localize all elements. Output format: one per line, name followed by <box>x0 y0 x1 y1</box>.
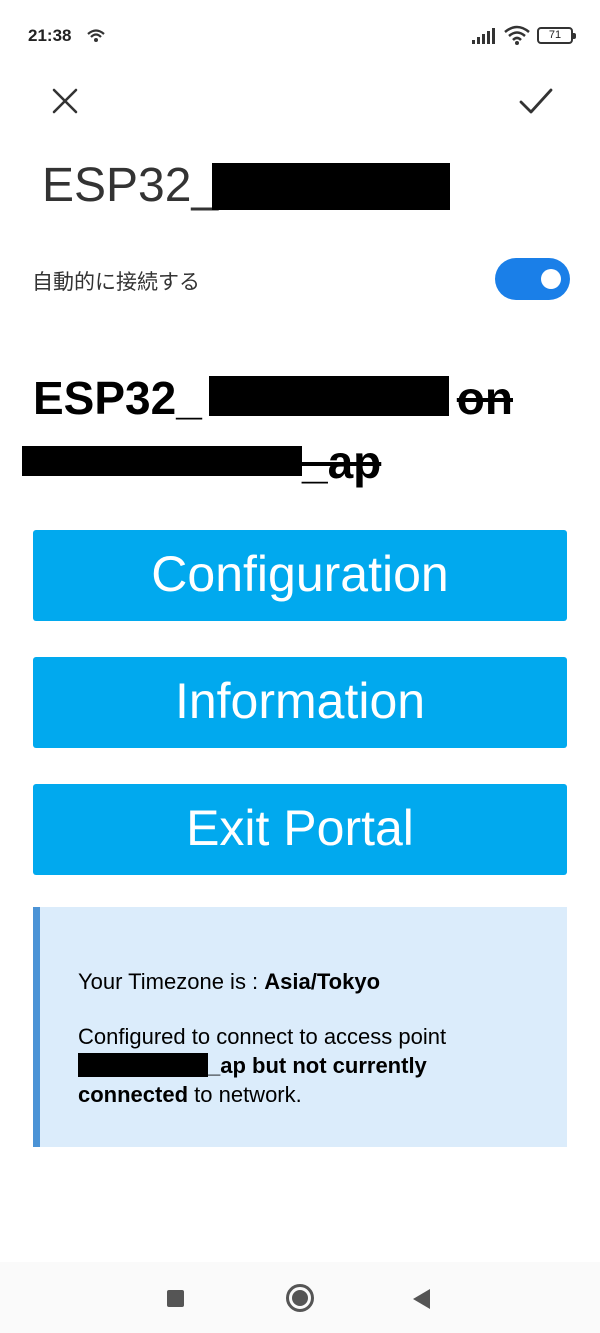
redacted-block <box>22 446 302 476</box>
message-ap-bold: _ap but not currently <box>208 1053 427 1078</box>
status-time: 21:38 <box>28 26 72 45</box>
auto-connect-toggle[interactable] <box>495 258 570 300</box>
recents-icon[interactable] <box>167 1290 184 1307</box>
connection-message: Configured to connect to access point _a… <box>78 1022 548 1109</box>
network-ssid-title: ESP32_ <box>42 159 219 212</box>
configuration-button[interactable]: Configuration <box>33 530 567 621</box>
system-nav-bar <box>0 1262 600 1333</box>
wifi-icon <box>504 25 530 50</box>
heading-prefix: ESP32_ <box>33 372 202 424</box>
auto-connect-label: 自動的に接続する <box>32 270 200 294</box>
check-icon <box>519 88 553 114</box>
timezone-text: Your Timezone is : Asia/Tokyo <box>78 969 380 995</box>
message-prefix: Configured to connect to access point <box>78 1024 447 1049</box>
back-icon[interactable] <box>413 1289 430 1309</box>
timezone-value: Asia/Tokyo <box>264 969 381 994</box>
status-info-box: Your Timezone is : Asia/Tokyo Configured… <box>33 907 567 1147</box>
redacted-block <box>78 1053 208 1077</box>
message-connected-bold: connected <box>78 1082 189 1107</box>
timezone-label: Your Timezone is : <box>78 969 265 994</box>
heading-ap: _ap <box>302 436 382 488</box>
redacted-block <box>209 376 449 416</box>
message-suffix: to network. <box>188 1082 302 1107</box>
status-bar: 21:38 71 <box>0 0 600 72</box>
battery-icon: 71 <box>537 27 576 44</box>
redacted-block <box>212 163 450 210</box>
signal-icon <box>472 28 496 49</box>
auto-connect-row: 自動的に接続する <box>32 252 572 306</box>
exit-portal-button[interactable]: Exit Portal <box>33 784 567 875</box>
close-button[interactable] <box>44 80 86 122</box>
information-button[interactable]: Information <box>33 657 567 748</box>
home-icon[interactable] <box>286 1284 314 1312</box>
toggle-knob <box>541 269 561 289</box>
close-icon <box>52 88 78 114</box>
heading-on: on <box>456 372 513 424</box>
confirm-button[interactable] <box>514 80 558 122</box>
wifi-small-icon <box>86 28 106 49</box>
